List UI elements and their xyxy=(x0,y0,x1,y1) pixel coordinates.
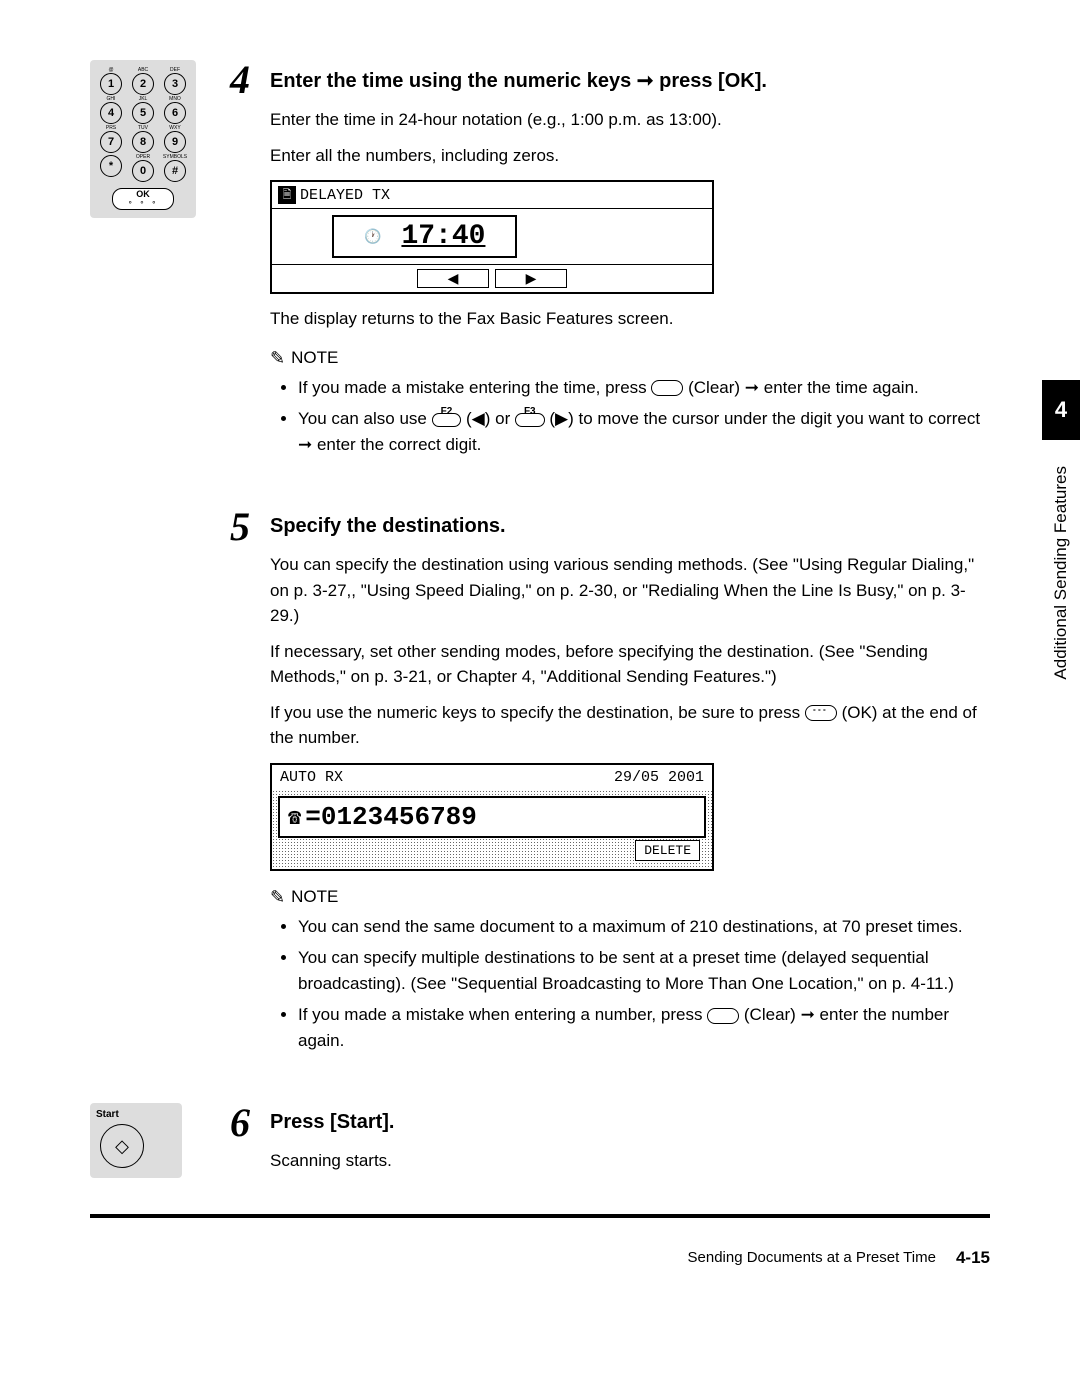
step-4-note: ✎ NOTE If you made a mistake entering th… xyxy=(270,348,990,458)
step-number-5: 5 xyxy=(230,507,270,547)
step-5-body1: You can specify the destination using va… xyxy=(270,552,990,629)
lcd-phone-number: =0123456789 xyxy=(305,802,477,832)
lcd-mode: AUTO RX xyxy=(280,769,343,786)
step-6: Start ◇ 6 Press [Start]. Scanning starts… xyxy=(90,1103,990,1218)
clock-icon xyxy=(364,228,381,246)
start-key-illustration: Start ◇ xyxy=(90,1103,230,1178)
step-6-heading: Press [Start]. xyxy=(270,1111,990,1134)
step-4: @1 ABC2 DEF3 GHI4 JKL5 MNO6 PRS7 TUV8 WX… xyxy=(90,60,990,477)
step-number-6: 6 xyxy=(230,1103,270,1143)
note-label: NOTE xyxy=(291,348,338,368)
step-5-body2: If necessary, set other sending modes, b… xyxy=(270,639,990,690)
lcd-delete-label: DELETE xyxy=(635,840,700,861)
note-item-2: You can also use F2 (◀) or F3 (▶) to mov… xyxy=(298,406,990,457)
lcd-auto-rx: AUTO RX 29/05 2001 =0123456789 DELETE xyxy=(270,763,714,871)
clear-key-icon xyxy=(651,380,683,396)
note-item-1: You can send the same document to a maxi… xyxy=(298,914,990,940)
pencil-icon: ✎ xyxy=(270,887,285,908)
step-5: 5 Specify the destinations. You can spec… xyxy=(90,507,990,1073)
f2-key-icon: F2 xyxy=(432,413,462,427)
chapter-number: 4 xyxy=(1042,380,1080,440)
chapter-tab: 4 Additional Sending Features xyxy=(1042,380,1080,690)
step-number-4: 4 xyxy=(230,60,270,100)
step-5-body3: If you use the numeric keys to specify t… xyxy=(270,700,990,751)
footer-title: Sending Documents at a Preset Time xyxy=(688,1249,936,1266)
pencil-icon: ✎ xyxy=(270,348,285,369)
lcd-right-arrow: ▶ xyxy=(495,269,567,288)
lcd-delayed-tx: 🗎 DELAYED TX 17:40 ◀ ▶ xyxy=(270,180,714,294)
phone-icon xyxy=(288,802,301,832)
lcd-title: DELAYED TX xyxy=(300,187,390,204)
step-5-heading: Specify the destinations. xyxy=(270,515,990,538)
lcd-date: 29/05 2001 xyxy=(614,769,704,786)
step-4-body3: The display returns to the Fax Basic Fea… xyxy=(270,306,990,332)
chapter-title: Additional Sending Features xyxy=(1045,456,1077,690)
tx-doc-icon: 🗎 xyxy=(278,186,296,204)
f3-key-icon: F3 xyxy=(515,413,545,427)
start-diamond-icon: ◇ xyxy=(100,1124,144,1168)
page-number: 4-15 xyxy=(956,1248,990,1268)
lcd-time-value: 17:40 xyxy=(401,221,485,252)
keypad-illustration: @1 ABC2 DEF3 GHI4 JKL5 MNO6 PRS7 TUV8 WX… xyxy=(90,60,230,218)
note-item-2: You can specify multiple destinations to… xyxy=(298,945,990,996)
lcd-left-arrow: ◀ xyxy=(417,269,489,288)
note-label: NOTE xyxy=(291,887,338,907)
step-4-heading: Enter the time using the numeric keys ➞ … xyxy=(270,68,990,93)
note-item-3: If you made a mistake when entering a nu… xyxy=(298,1002,990,1053)
clear-key-icon xyxy=(707,1008,739,1024)
step-4-body1: Enter the time in 24-hour notation (e.g.… xyxy=(270,107,990,133)
step-5-note: ✎ NOTE You can send the same document to… xyxy=(270,887,990,1054)
note-item-1: If you made a mistake entering the time,… xyxy=(298,375,990,401)
ok-key-icon: OK ⚬ ⚬ ⚬ xyxy=(112,188,174,210)
step-6-body: Scanning starts. xyxy=(270,1148,990,1174)
page-footer: Sending Documents at a Preset Time 4-15 xyxy=(90,1248,990,1268)
step-4-body2: Enter all the numbers, including zeros. xyxy=(270,143,990,169)
ok-key-icon-inline xyxy=(805,705,837,721)
